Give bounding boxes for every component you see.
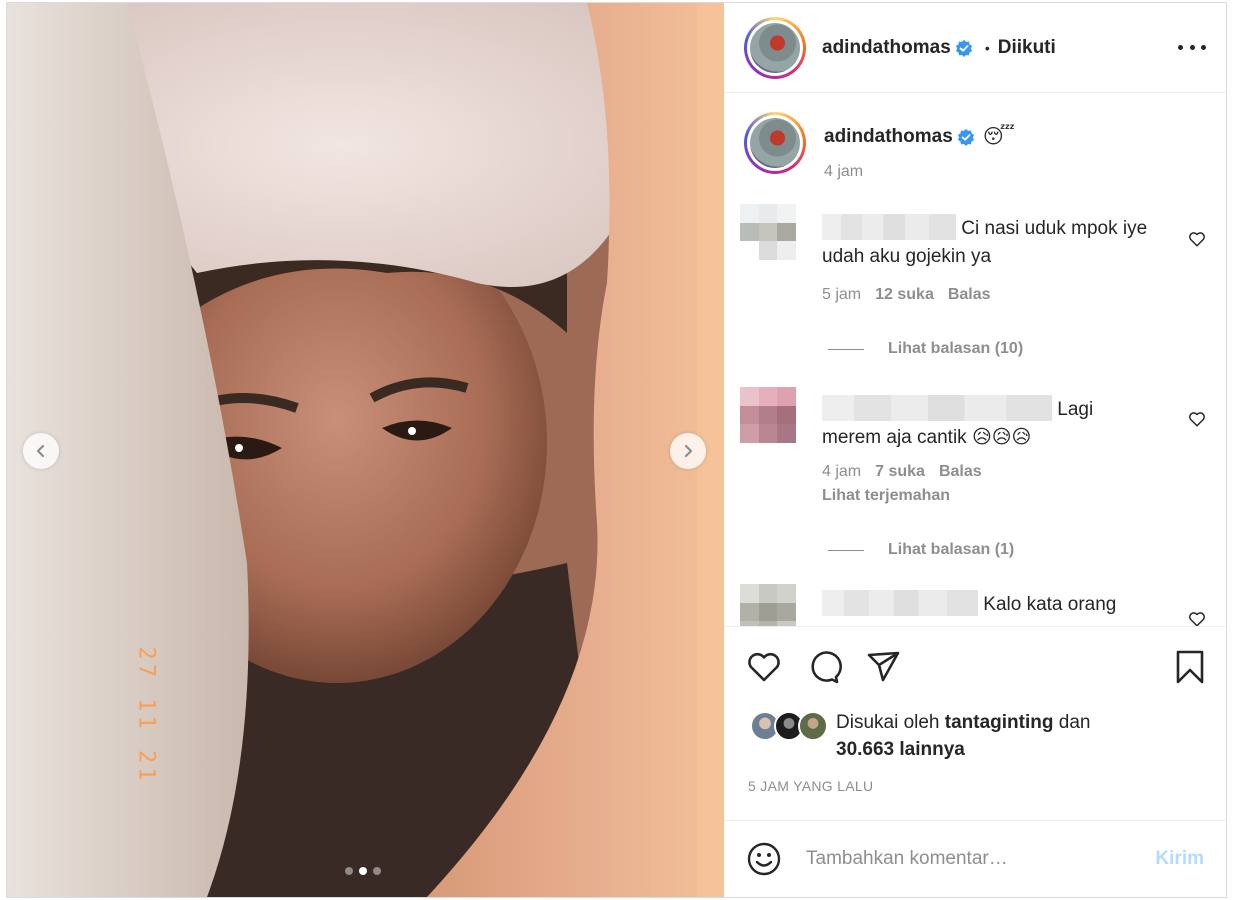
comment-text-block: Kalo kata orang (822, 590, 1152, 619)
commenter-avatar[interactable] (740, 387, 796, 443)
comment-input[interactable] (806, 841, 1126, 877)
comment-like-icon[interactable] (1188, 230, 1206, 248)
caption-time: 4 jam (824, 163, 864, 180)
post-actions: Disukai oleh tantaginting dan 30.663 lai… (724, 626, 1226, 820)
liker-avatars (750, 709, 830, 741)
more-options-button[interactable] (1178, 35, 1206, 59)
post-media: 27 11 21 (7, 3, 724, 897)
post-photo (7, 3, 724, 897)
comment-text: Kalo kata orang (983, 594, 1117, 615)
photo-date-stamp: 27 11 21 (133, 646, 159, 785)
carousel-prev-button[interactable] (23, 433, 59, 469)
post-dialog: 27 11 21 adindathomas • Diikuti adindath… (6, 2, 1227, 898)
more-icon (1178, 44, 1183, 50)
comment-text-block: Lagi merem aja cantik 😥😥😥 (822, 395, 1152, 452)
commenter-avatar[interactable] (740, 204, 796, 260)
reply-button[interactable]: Balas (948, 286, 991, 304)
chevron-right-icon (684, 444, 693, 458)
likes-text: Disukai oleh tantaginting dan 30.663 lai… (836, 709, 1090, 763)
post-comment-button[interactable]: Kirim (1155, 848, 1204, 870)
comment-meta: 4 jam 7 suka Balas (822, 463, 982, 481)
author-avatar[interactable] (744, 16, 806, 79)
liker-avatar[interactable] (798, 711, 828, 741)
comment-likes[interactable]: 12 suka (875, 286, 934, 304)
commenter-username-redacted[interactable] (822, 214, 956, 240)
carousel-indicator (345, 867, 381, 875)
likes-prefix: Disukai oleh (836, 712, 940, 733)
post-timestamp[interactable]: 5 JAM YANG LALU (748, 778, 873, 794)
commenter-username-redacted[interactable] (822, 395, 1052, 421)
see-translation-button[interactable]: Lihat terjemahan (822, 487, 950, 505)
likes-conj: dan (1058, 712, 1091, 733)
comment-icon[interactable] (806, 649, 842, 685)
commenter-avatar[interactable] (740, 584, 796, 626)
comment-time: 4 jam (822, 463, 862, 480)
comment-meta: 5 jam 12 suka Balas (822, 286, 991, 304)
comment-likes[interactable]: 7 suka (875, 463, 925, 481)
likes-summary: Disukai oleh tantaginting dan 30.663 lai… (750, 709, 1090, 763)
carousel-dot (373, 867, 381, 875)
comments-section[interactable]: adindathomas 😴 4 jam Ci nasi uduk mpok i… (724, 94, 1226, 626)
heart-icon[interactable] (746, 649, 782, 685)
reply-button[interactable]: Balas (939, 463, 982, 481)
caption-username[interactable]: adindathomas (824, 126, 953, 148)
bookmark-icon[interactable] (1172, 649, 1208, 685)
post-side-panel: adindathomas • Diikuti adindathomas 😴 4 … (724, 3, 1226, 897)
comment-time: 5 jam (822, 286, 862, 303)
carousel-next-button[interactable] (670, 433, 706, 469)
following-button[interactable]: Diikuti (998, 37, 1056, 59)
chevron-left-icon (36, 444, 45, 458)
view-replies-button[interactable]: Lihat balasan (10) (828, 340, 1023, 358)
caption-text: 😴 (982, 126, 1015, 148)
replies-divider (828, 348, 864, 350)
comment-item: Ci nasi uduk mpok iye udah aku gojekin y… (724, 204, 1226, 374)
comment-like-icon[interactable] (1188, 610, 1206, 626)
header-separator: • (984, 39, 990, 56)
comment-like-icon[interactable] (1188, 410, 1206, 428)
carousel-dot-active (359, 867, 367, 875)
verified-icon (955, 39, 972, 57)
comment-text-block: Ci nasi uduk mpok iye udah aku gojekin y… (822, 214, 1152, 271)
view-replies-label: Lihat balasan (10) (888, 340, 1024, 357)
add-comment-bar: Kirim (724, 820, 1226, 897)
replies-divider (828, 549, 864, 551)
likes-count[interactable]: 30.663 lainnya (836, 739, 965, 760)
comment-item: Lagi merem aja cantik 😥😥😥 4 jam 7 suka B… (724, 387, 1226, 567)
liker-username[interactable]: tantaginting (945, 712, 1054, 733)
view-replies-button[interactable]: Lihat balasan (1) (828, 541, 1014, 559)
comment-item: Kalo kata orang (724, 584, 1226, 626)
commenter-username-redacted[interactable] (822, 590, 978, 616)
post-header: adindathomas • Diikuti (724, 3, 1226, 93)
post-caption: adindathomas 😴 4 jam (744, 112, 1015, 181)
author-username[interactable]: adindathomas (822, 37, 951, 59)
verified-icon (957, 128, 974, 146)
share-icon[interactable] (866, 649, 902, 685)
view-replies-label: Lihat balasan (1) (888, 541, 1015, 558)
caption-avatar[interactable] (744, 112, 806, 174)
carousel-dot (345, 867, 353, 875)
emoji-icon[interactable] (746, 841, 782, 877)
